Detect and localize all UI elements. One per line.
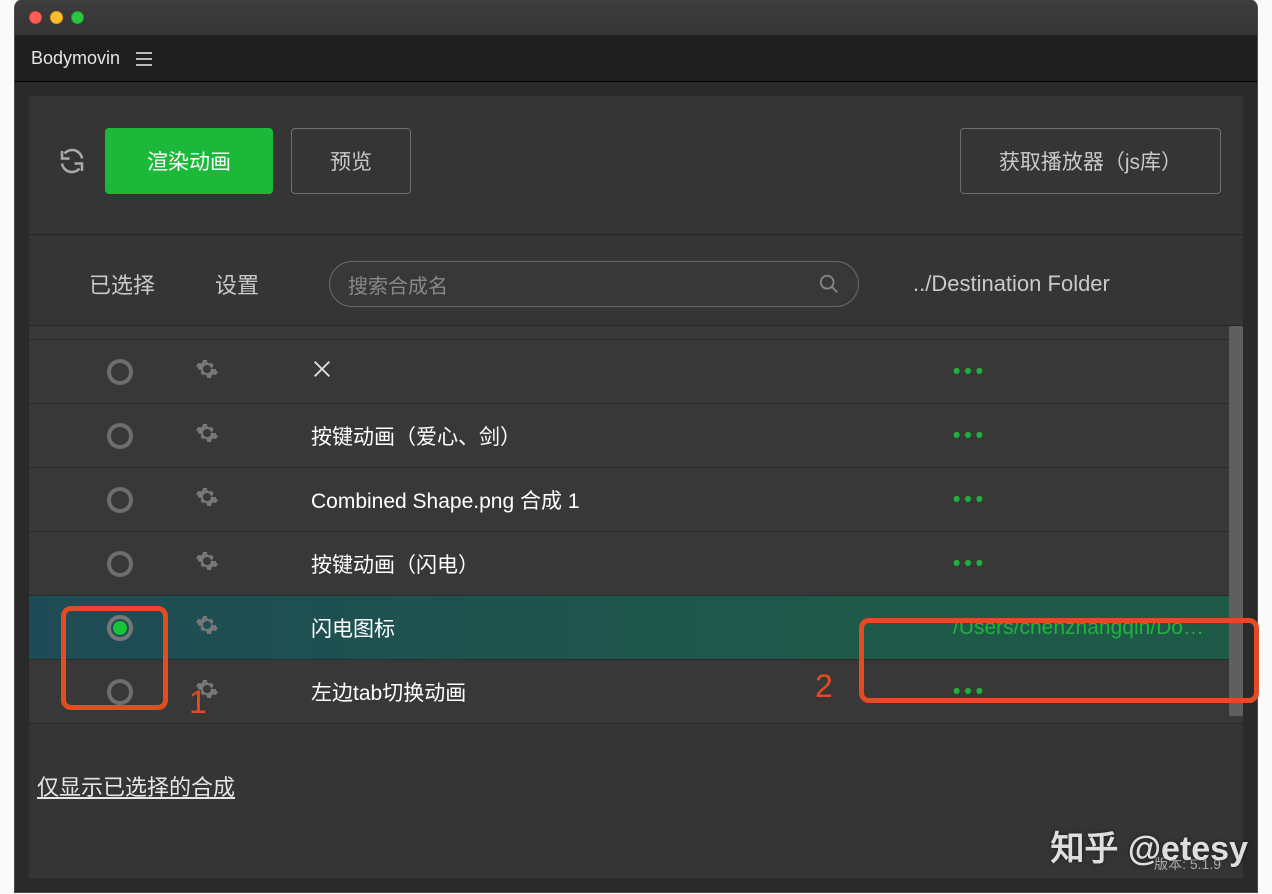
minimize-window-button[interactable] xyxy=(50,11,63,24)
top-toolbar: 渲染动画 预览 获取播放器（js库） xyxy=(29,96,1243,235)
select-toggle[interactable] xyxy=(107,359,133,385)
search-icon xyxy=(818,273,840,295)
watermark: 知乎 @etesy xyxy=(1038,821,1248,870)
row-name: 闪电图标 xyxy=(311,613,953,643)
table-row[interactable]: Combined Shape.png 合成 1 ••• xyxy=(29,468,1243,532)
column-headers: 已选择 设置 搜索合成名 ../Destination Folder xyxy=(29,235,1243,325)
gear-icon[interactable] xyxy=(195,485,219,514)
list-header-spacer xyxy=(29,326,1243,340)
titlebar[interactable] xyxy=(15,0,1257,36)
preview-button[interactable]: 预览 xyxy=(291,128,411,194)
workarea: 渲染动画 预览 获取播放器（js库） 已选择 设置 搜索合成名 ../Desti… xyxy=(15,82,1257,892)
annotation-box-1 xyxy=(61,606,168,710)
app-title: Bodymovin xyxy=(31,48,120,69)
col-destination: ../Destination Folder xyxy=(913,271,1110,297)
row-dest[interactable]: ••• xyxy=(953,488,1243,512)
row-name: 左边tab切换动画 xyxy=(311,677,953,707)
app-window: Bodymovin 渲染动画 预览 获取播放器（js库） 已选择 设置 xyxy=(15,0,1257,892)
refresh-icon[interactable] xyxy=(57,146,87,176)
row-dest[interactable]: ••• xyxy=(953,552,1243,576)
annotation-box-2 xyxy=(859,618,1259,703)
row-name: Combined Shape.png 合成 1 xyxy=(311,485,953,515)
row-dest[interactable]: ••• xyxy=(953,424,1243,448)
col-settings: 设置 xyxy=(215,268,311,300)
row-name: 按键动画（爱心、剑） xyxy=(311,421,953,451)
gear-icon[interactable] xyxy=(195,357,219,386)
gear-icon[interactable] xyxy=(195,421,219,450)
select-toggle[interactable] xyxy=(107,423,133,449)
search-input[interactable]: 搜索合成名 xyxy=(329,261,859,307)
annotation-number-1: 1 xyxy=(189,684,207,721)
row-dest[interactable]: ••• xyxy=(953,360,1243,384)
crossed-swords-icon xyxy=(311,358,333,380)
render-button[interactable]: 渲染动画 xyxy=(105,128,273,194)
show-selected-only-link[interactable]: 仅显示已选择的合成 xyxy=(37,770,235,802)
col-selected: 已选择 xyxy=(89,268,197,300)
gear-icon[interactable] xyxy=(195,613,219,642)
row-name xyxy=(311,358,953,386)
close-window-button[interactable] xyxy=(29,11,42,24)
app-header: Bodymovin xyxy=(15,36,1257,82)
menu-icon[interactable] xyxy=(136,52,152,66)
table-row[interactable]: ••• xyxy=(29,340,1243,404)
search-placeholder: 搜索合成名 xyxy=(348,270,818,299)
gear-icon[interactable] xyxy=(195,549,219,578)
table-row[interactable]: 按键动画（闪电） ••• xyxy=(29,532,1243,596)
select-toggle[interactable] xyxy=(107,551,133,577)
row-name: 按键动画（闪电） xyxy=(311,549,953,579)
select-toggle[interactable] xyxy=(107,487,133,513)
zoom-window-button[interactable] xyxy=(71,11,84,24)
annotation-number-2: 2 xyxy=(815,668,833,705)
get-player-button[interactable]: 获取播放器（js库） xyxy=(960,128,1221,194)
main-panel: 渲染动画 预览 获取播放器（js库） 已选择 设置 搜索合成名 ../Desti… xyxy=(29,96,1243,878)
table-row[interactable]: 按键动画（爱心、剑） ••• xyxy=(29,404,1243,468)
